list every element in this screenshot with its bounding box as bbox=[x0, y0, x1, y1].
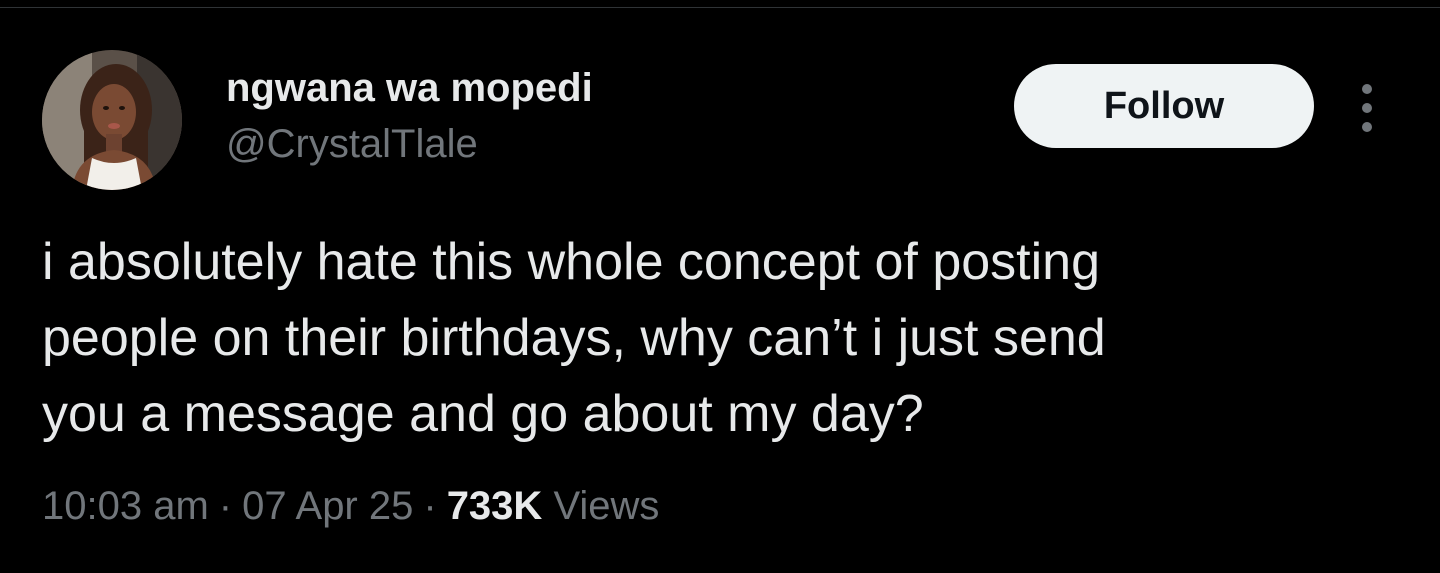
views-count[interactable]: 733K bbox=[447, 484, 543, 528]
tweet-text-line: i absolutely hate this whole concept of … bbox=[42, 233, 1101, 291]
author-handle[interactable]: @CrystalTlale bbox=[226, 120, 478, 168]
more-options-icon[interactable] bbox=[1352, 80, 1382, 136]
tweet-text: i absolutely hate this whole concept of … bbox=[42, 224, 1382, 452]
tweet-text-line: people on their birthdays, why can’t i j… bbox=[42, 309, 1106, 367]
avatar[interactable] bbox=[42, 50, 182, 190]
follow-button[interactable]: Follow bbox=[1014, 64, 1314, 148]
separator: · bbox=[423, 484, 437, 528]
tweet-date[interactable]: 07 Apr 25 bbox=[242, 484, 413, 528]
tweet-meta: 10:03 am · 07 Apr 25 · 733K Views bbox=[42, 480, 659, 532]
tweet-time[interactable]: 10:03 am bbox=[42, 484, 209, 528]
views-label: Views bbox=[553, 484, 660, 528]
tweet: ngwana wa mopedi @CrystalTlale Follow i … bbox=[0, 0, 1440, 573]
tweet-text-line: you a message and go about my day? bbox=[42, 385, 924, 443]
dot bbox=[1362, 103, 1372, 113]
author-display-name[interactable]: ngwana wa mopedi bbox=[226, 64, 593, 112]
avatar-photo bbox=[42, 50, 182, 190]
separator: · bbox=[218, 484, 233, 528]
dot bbox=[1362, 84, 1372, 94]
dot bbox=[1362, 122, 1372, 132]
